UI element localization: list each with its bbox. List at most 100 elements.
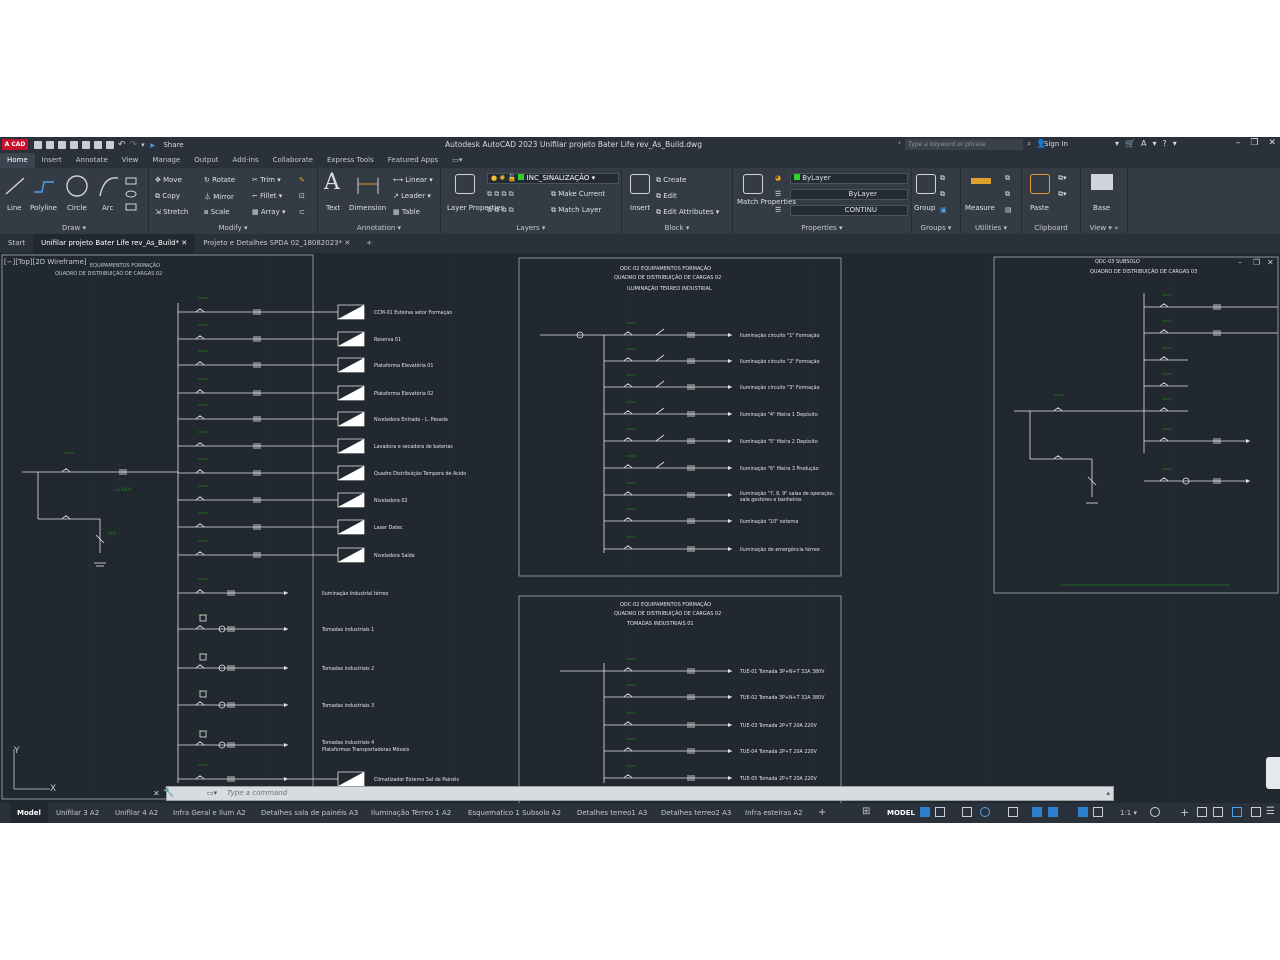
match-properties-icon[interactable]: [743, 174, 763, 194]
line-button[interactable]: Line: [7, 204, 22, 212]
autodesk-a-icon[interactable]: A: [1141, 139, 1146, 148]
annotation-scale[interactable]: 1:1 ▾: [1120, 803, 1137, 823]
grid-icon[interactable]: [920, 807, 930, 817]
tab-unifilar[interactable]: Unifilar projeto Bater Life rev_As_Build…: [33, 234, 196, 253]
share-button[interactable]: Share: [163, 141, 183, 149]
ungroup-icon[interactable]: ⧉: [940, 174, 945, 183]
layout-tab-infra-esteiras[interactable]: Infra esteiras A2: [738, 803, 810, 823]
tab-home[interactable]: Home: [0, 153, 35, 168]
scale-button[interactable]: ⧈ Scale: [204, 208, 230, 217]
trim-button[interactable]: ✂ Trim ▾: [252, 176, 281, 184]
modify-panel-label[interactable]: Modify ▾: [149, 224, 317, 232]
layout-tab-esquematico[interactable]: Esquematico 1 Subsolo A2: [461, 803, 568, 823]
leader-button[interactable]: ↗ Leader ▾: [393, 192, 431, 200]
tab-add-ins[interactable]: Add-ins: [226, 153, 266, 168]
customize-menu-icon[interactable]: ☰: [1266, 806, 1275, 817]
plot-icon[interactable]: [106, 141, 114, 149]
chevron-down-icon[interactable]: ▾: [1173, 139, 1177, 148]
gear-icon[interactable]: [1150, 807, 1160, 817]
customize-command-icon[interactable]: 🔧: [163, 788, 174, 798]
layout-tab-unifilar3[interactable]: Unifilar 3 A2: [49, 803, 106, 823]
layer-properties-icon[interactable]: [455, 174, 475, 194]
viewport-close-icon[interactable]: ✕: [1267, 258, 1274, 267]
command-history-icon[interactable]: ▭▾: [207, 789, 217, 797]
paste-button[interactable]: Paste: [1030, 204, 1049, 212]
auto-scale-icon[interactable]: [1093, 807, 1103, 817]
annotation-panel-label[interactable]: Annotation ▾: [318, 224, 440, 232]
search-expand-icon[interactable]: ›: [898, 139, 901, 147]
layout-tab-iluminacao[interactable]: Iluminação Térreo 1 A2: [364, 803, 458, 823]
ribbon-display-toggle[interactable]: ▭▾: [445, 153, 469, 168]
minimize-icon[interactable]: –: [1236, 138, 1241, 148]
restore-icon[interactable]: ❐: [1250, 138, 1258, 148]
create-block-button[interactable]: ⧉ Create: [656, 176, 687, 185]
tab-insert[interactable]: Insert: [35, 153, 69, 168]
viewport-minimize-icon[interactable]: –: [1238, 258, 1242, 267]
insert-block-icon[interactable]: [630, 174, 650, 194]
array-button[interactable]: ▦ Array ▾: [252, 208, 285, 216]
arc-button[interactable]: Arc: [102, 204, 113, 212]
measure-button[interactable]: Measure: [965, 204, 995, 212]
properties-panel-label[interactable]: Properties ▾: [733, 224, 911, 232]
color-dropdown[interactable]: ByLayer: [790, 173, 908, 184]
tab-view[interactable]: View: [115, 153, 146, 168]
cart-icon[interactable]: 🛒: [1125, 139, 1135, 148]
layout-tab-unifilar4[interactable]: Unifilar 4 A2: [108, 803, 165, 823]
undo-icon[interactable]: ↶: [118, 140, 126, 150]
explode-icon[interactable]: ⊡: [299, 192, 305, 200]
model-space-toggle[interactable]: MODEL: [880, 803, 922, 823]
group-select-icon[interactable]: ▣: [940, 206, 947, 214]
fillet-button[interactable]: ⌐ Fillet ▾: [252, 192, 282, 200]
search-icon[interactable]: ⌕: [1027, 139, 1031, 149]
web-open-icon[interactable]: [82, 141, 90, 149]
group-edit-icon[interactable]: ⧉: [940, 190, 945, 199]
paste-icon[interactable]: [1030, 174, 1050, 194]
redo-icon[interactable]: ↷: [130, 140, 138, 150]
group-icon[interactable]: [916, 174, 936, 194]
edit-block-button[interactable]: ⧉ Edit: [656, 192, 677, 201]
id-point-icon[interactable]: ▤: [1005, 206, 1012, 214]
tab-output[interactable]: Output: [187, 153, 225, 168]
insert-button[interactable]: Insert: [630, 204, 650, 212]
edit-attributes-button[interactable]: ⧉ Edit Attributes ▾: [656, 208, 719, 217]
view-panel-label[interactable]: View ▾ »: [1081, 224, 1127, 232]
command-line[interactable]: ✕ 🔧 ▭▾ Type a command ▴: [153, 786, 1114, 801]
copy-button[interactable]: ⧉ Copy: [155, 192, 180, 201]
dimension-icon[interactable]: [356, 174, 380, 196]
clean-screen-icon[interactable]: [1251, 807, 1261, 817]
draw-panel-label[interactable]: Draw ▾: [0, 224, 148, 232]
groups-panel-label[interactable]: Groups ▾: [912, 224, 960, 232]
add-layout-button[interactable]: +: [811, 803, 833, 823]
layout-tab-model[interactable]: Model: [10, 803, 48, 823]
base-button[interactable]: Base: [1093, 204, 1110, 212]
close-tab-icon[interactable]: ✕: [181, 239, 187, 247]
polyline-button[interactable]: Polyline: [30, 204, 57, 212]
text-button[interactable]: Text: [326, 204, 340, 212]
linear-button[interactable]: ⟷ Linear ▾: [393, 176, 433, 184]
new-tab-button[interactable]: +: [358, 234, 380, 253]
base-view-icon[interactable]: [1091, 174, 1113, 190]
quick-properties-icon[interactable]: [1213, 807, 1223, 817]
tab-spda[interactable]: Projeto e Detalhes SPDA 02_18082023* ✕: [195, 234, 358, 253]
save-as-icon[interactable]: [70, 141, 78, 149]
mirror-button[interactable]: ⏃ Mirror: [204, 192, 234, 202]
copy-clip-icon[interactable]: ⧉▾: [1058, 190, 1067, 199]
tab-annotate[interactable]: Annotate: [69, 153, 115, 168]
open-file-icon[interactable]: [46, 141, 54, 149]
ortho-icon[interactable]: [962, 807, 972, 817]
layout-tab-infra-geral[interactable]: Infra Geral e Ilum A2: [166, 803, 253, 823]
search-input[interactable]: Type a keyword or phrase: [905, 139, 1023, 150]
text-icon[interactable]: A: [324, 170, 340, 195]
layer-tools-row2[interactable]: ⧉ ⧉ ⧉ ⧉: [487, 206, 514, 215]
close-icon[interactable]: ✕: [1268, 138, 1276, 148]
units-icon[interactable]: [1197, 807, 1207, 817]
plus-icon[interactable]: +: [1180, 806, 1189, 819]
close-tab-icon[interactable]: ✕: [344, 239, 350, 247]
layer-tools-row1[interactable]: ⧉ ⧉ ⧉ ⧉: [487, 190, 514, 199]
object-snap-tracking-icon[interactable]: [1032, 807, 1042, 817]
utilities-panel-label[interactable]: Utilities ▾: [961, 224, 1021, 232]
tab-start[interactable]: Start: [0, 234, 33, 253]
clipboard-panel-label[interactable]: Clipboard: [1022, 224, 1080, 232]
sign-in-button[interactable]: Sign In: [1044, 140, 1068, 148]
cut-icon[interactable]: ⧉▾: [1058, 174, 1067, 183]
